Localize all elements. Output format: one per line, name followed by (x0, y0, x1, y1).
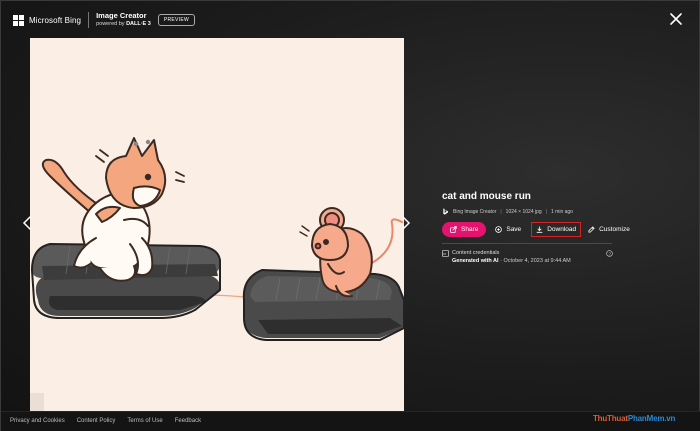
save-icon (495, 226, 503, 233)
credentials-detail: Generated with AI · October 4, 2023 at 9… (452, 258, 571, 264)
powered-by: powered by DALL·E 3 (96, 21, 151, 27)
generated-image[interactable] (30, 38, 404, 411)
meta-separator: | (545, 208, 547, 215)
info-icon[interactable]: ? (606, 250, 613, 257)
save-button[interactable]: Save (495, 226, 521, 233)
image-title: cat and mouse run (442, 191, 531, 202)
image-viewer-modal: Microsoft Bing Image Creator powered by … (0, 0, 700, 431)
app-title-block: Image Creator powered by DALL·E 3 (96, 11, 151, 29)
close-icon[interactable] (667, 10, 685, 28)
svg-text:cr: cr (443, 252, 447, 256)
save-label: Save (506, 226, 522, 233)
footer-link-content-policy[interactable]: Content Policy (77, 418, 116, 424)
cat-mouse-illustration (30, 38, 404, 411)
share-icon (450, 226, 457, 233)
download-icon (536, 226, 543, 233)
footer-links: Privacy and Cookies Content Policy Terms… (10, 418, 201, 424)
image-meta: Bing Image Creator | 1024 × 1024 jpg | 1… (442, 208, 617, 215)
bing-logo-icon (443, 208, 448, 215)
chevron-left-icon[interactable] (22, 215, 32, 231)
microsoft-logo-icon (13, 14, 24, 26)
content-credentials-icon: cr (442, 250, 449, 257)
brand-name: Microsoft Bing (29, 15, 82, 25)
action-bar: Share Save Download Customize (442, 222, 630, 237)
image-details-panel: cat and mouse run Bing Image Creator | 1… (442, 191, 630, 264)
footer-link-feedback[interactable]: Feedback (175, 418, 201, 424)
watermark: ThuThuatPhanMem.vn (593, 414, 676, 423)
details-divider (442, 243, 612, 244)
header: Microsoft Bing Image Creator powered by … (13, 11, 195, 29)
content-credentials: cr Content credentials Generated with AI… (442, 250, 617, 264)
footer-link-privacy[interactable]: Privacy and Cookies (10, 418, 65, 424)
image-age: 1 min ago (551, 208, 573, 215)
meta-separator: | (500, 208, 502, 215)
creator-name: Bing Image Creator (453, 208, 497, 215)
header-divider (88, 12, 90, 28)
chevron-right-icon[interactable] (401, 215, 411, 231)
customize-icon (588, 226, 595, 233)
preview-badge: PREVIEW (157, 14, 195, 26)
customize-label: Customize (599, 226, 630, 233)
credentials-heading: Content credentials (452, 250, 500, 256)
share-button[interactable]: Share (442, 222, 487, 237)
image-dimensions: 1024 × 1024 jpg (505, 208, 542, 215)
download-button[interactable]: Download (531, 222, 582, 237)
footer-link-terms[interactable]: Terms of Use (127, 418, 162, 424)
share-label: Share (461, 226, 479, 233)
download-label: Download (547, 226, 577, 233)
customize-button[interactable]: Customize (588, 226, 630, 233)
app-title: Image Creator (96, 11, 147, 20)
